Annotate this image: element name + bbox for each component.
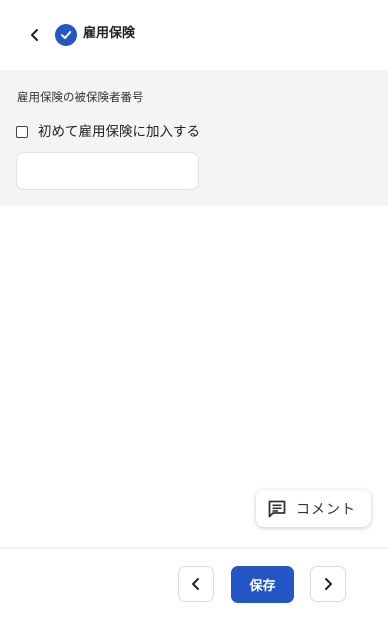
insurance-number-label: 雇用保険の被保険者番号 <box>17 90 144 104</box>
previous-button[interactable] <box>178 566 214 602</box>
chevron-left-icon <box>192 578 199 590</box>
check-circle-icon <box>55 24 77 46</box>
next-button[interactable] <box>310 566 346 602</box>
page-title: 雇用保険 <box>83 26 136 41</box>
back-button[interactable] <box>22 22 48 48</box>
comment-label: コメント <box>296 501 356 518</box>
insurance-number-input[interactable] <box>16 152 199 190</box>
footer-bar: 保存 <box>0 548 388 619</box>
comment-button[interactable]: コメント <box>256 490 371 527</box>
first-enrollment-checkbox[interactable] <box>16 126 28 138</box>
comment-icon <box>266 498 288 520</box>
form-section: 雇用保険の被保険者番号 初めて雇用保険に加入する <box>0 70 388 206</box>
first-enrollment-checkbox-row[interactable]: 初めて雇用保険に加入する <box>16 122 200 142</box>
first-enrollment-checkbox-label[interactable]: 初めて雇用保険に加入する <box>38 122 200 142</box>
chevron-right-icon <box>325 578 332 590</box>
chevron-left-icon <box>31 29 38 41</box>
save-button[interactable]: 保存 <box>231 566 294 603</box>
header: 雇用保険 <box>0 0 388 70</box>
